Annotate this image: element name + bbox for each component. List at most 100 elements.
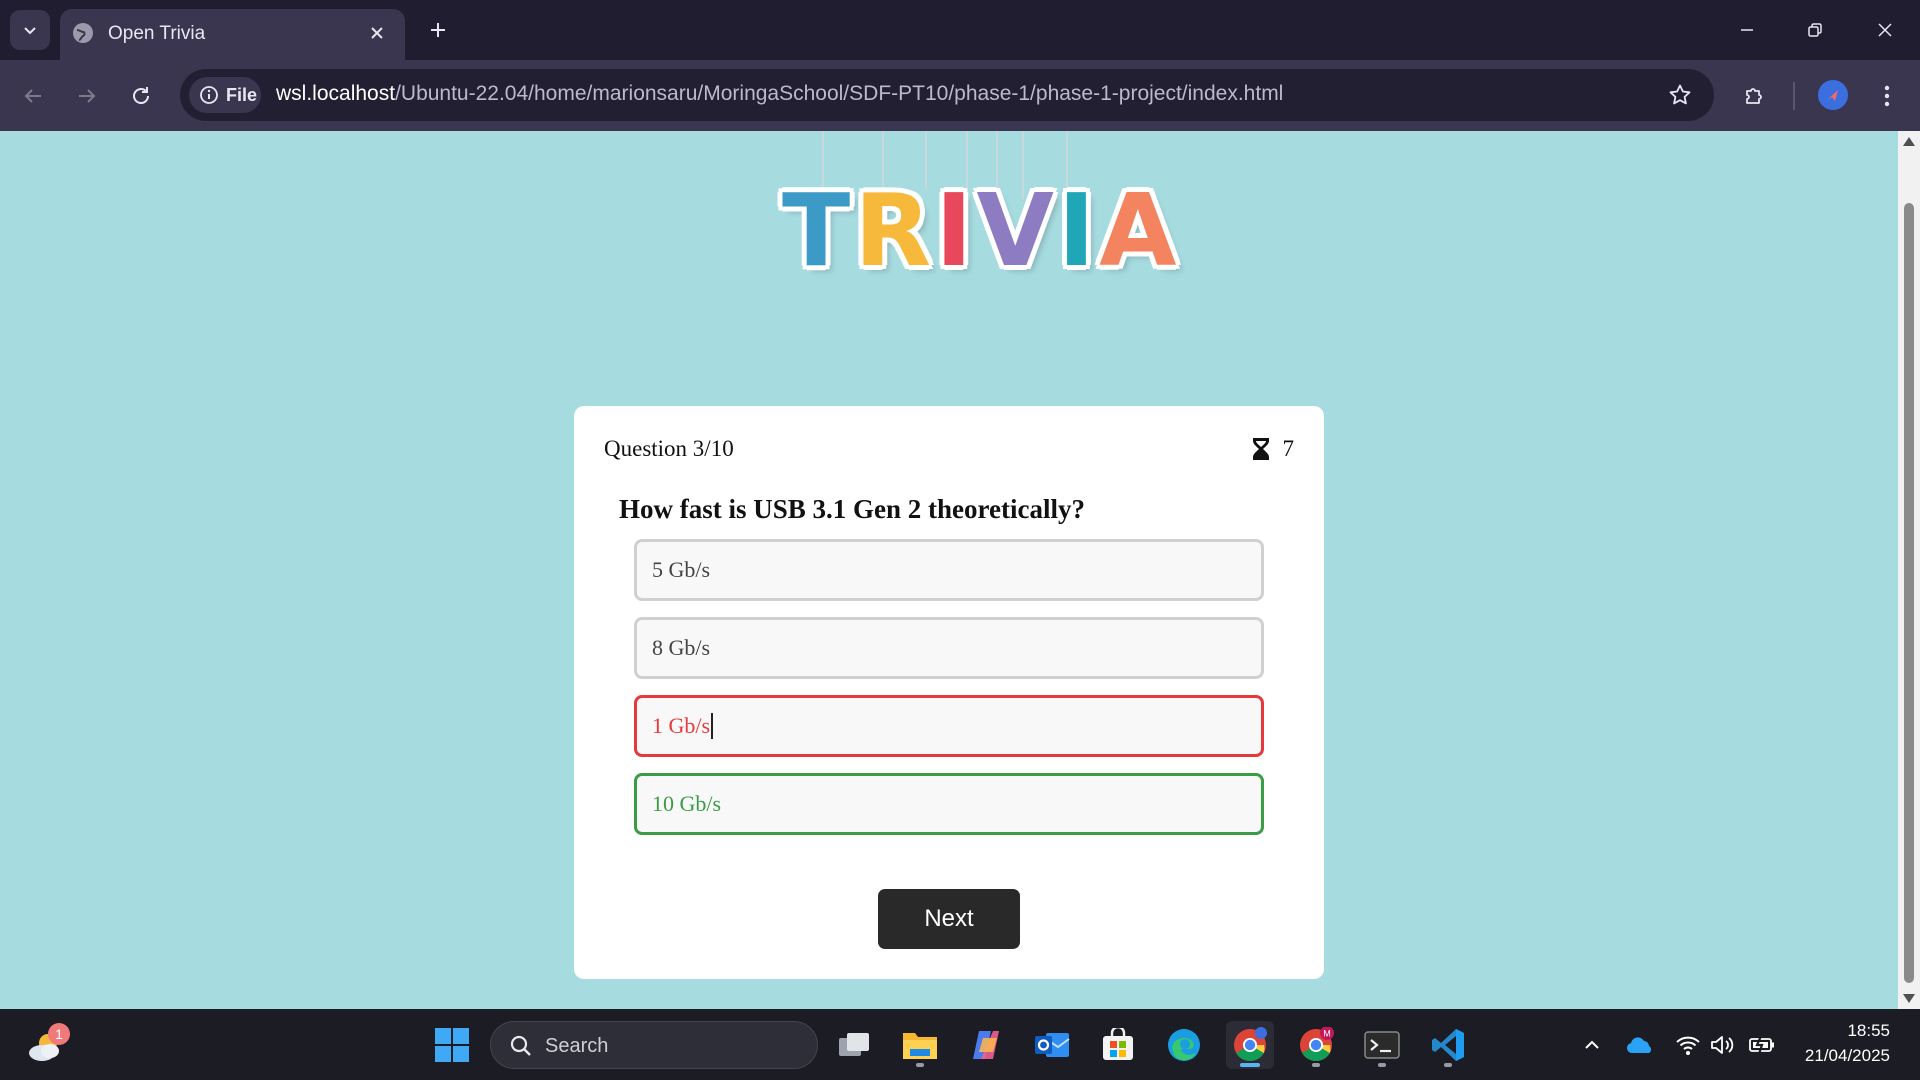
copilot-button[interactable] (962, 1021, 1010, 1069)
search-placeholder: Search (545, 1035, 609, 1057)
answer-option-correct[interactable]: 10 Gb/s (634, 773, 1264, 835)
next-button[interactable]: Next (878, 889, 1020, 949)
running-indicator (1444, 1063, 1452, 1067)
close-icon (371, 27, 383, 39)
logo-letter: I (935, 172, 973, 289)
forward-button[interactable] (68, 77, 106, 115)
page-scrollbar[interactable] (1898, 131, 1920, 1009)
terminal-icon (1364, 1031, 1400, 1059)
answer-option-label: 1 Gb/s (652, 713, 711, 738)
chevron-up-icon (1585, 1040, 1599, 1049)
microsoft-store-button[interactable] (1094, 1021, 1142, 1069)
logo-letter: A (1099, 172, 1177, 289)
url-path: /Ubuntu-22.04/home/marionsaru/MoringaSch… (395, 82, 1284, 105)
windows-taskbar: 1 Search M 18:55 21/04/2025 (0, 1009, 1920, 1080)
taskbar-search[interactable]: Search (490, 1021, 818, 1069)
chrome-icon (1234, 1027, 1267, 1061)
terminal-button[interactable] (1358, 1021, 1406, 1069)
chrome-profile-button[interactable]: M (1292, 1021, 1340, 1069)
address-bar[interactable]: File wsl.localhost/Ubuntu-22.04/home/mar… (180, 69, 1714, 121)
text-caret (711, 713, 714, 739)
chrome-button[interactable] (1226, 1021, 1274, 1069)
site-info-chip[interactable]: File (189, 77, 261, 113)
volume-button[interactable] (1708, 1031, 1736, 1059)
question-text: How fast is USB 3.1 Gen 2 theoretically? (619, 494, 1085, 524)
start-button[interactable] (428, 1021, 476, 1069)
network-button[interactable] (1674, 1031, 1702, 1059)
answer-option[interactable]: 5 Gb/s (634, 539, 1264, 601)
clock-time[interactable]: 18:55 (1847, 1021, 1890, 1041)
trivia-logo: TRIVIA (770, 131, 1176, 291)
star-icon (1669, 84, 1691, 105)
outlook-icon (1035, 1033, 1070, 1057)
answer-option[interactable]: 8 Gb/s (634, 617, 1264, 679)
info-icon (200, 86, 218, 104)
hourglass-icon (1252, 438, 1269, 460)
vscode-icon (1432, 1029, 1464, 1061)
tab-title: Open Trivia (108, 23, 206, 44)
new-tab-button[interactable] (422, 14, 454, 46)
onedrive-button[interactable] (1626, 1031, 1654, 1059)
bookmark-button[interactable] (1664, 79, 1696, 111)
file-explorer-button[interactable] (896, 1021, 944, 1069)
edge-button[interactable] (1160, 1021, 1208, 1069)
logo-letter: R (854, 172, 932, 289)
scrollbar-thumb[interactable] (1904, 203, 1914, 983)
tab-search-button[interactable] (10, 10, 50, 50)
answer-option-label: 5 Gb/s (652, 557, 711, 582)
more-vertical-icon (1884, 85, 1890, 107)
onedrive-cloud-icon (1626, 1037, 1652, 1053)
restore-window-button[interactable] (1782, 0, 1848, 60)
notification-badge: 1 (48, 1023, 70, 1045)
task-view-button[interactable] (830, 1021, 878, 1069)
search-icon (510, 1035, 531, 1056)
clock-date[interactable]: 21/04/2025 (1805, 1046, 1890, 1066)
weather-widget[interactable]: 1 (24, 1023, 72, 1067)
question-counter: Question 3/10 (604, 436, 734, 461)
task-view-icon (839, 1033, 869, 1056)
scroll-down-arrow-icon[interactable] (1903, 994, 1915, 1003)
file-explorer-icon (903, 1033, 937, 1059)
globe-icon (73, 23, 93, 43)
reload-button[interactable] (122, 77, 160, 115)
scroll-up-arrow-icon[interactable] (1903, 137, 1915, 146)
copilot-icon (973, 1031, 999, 1059)
toolbar-divider (1793, 82, 1795, 110)
battery-charging-icon (1749, 1035, 1774, 1055)
browser-tab-bar: Open Trivia (0, 0, 1920, 60)
answer-option-wrong[interactable]: 1 Gb/s (634, 695, 1264, 757)
close-tab-button[interactable] (365, 21, 389, 45)
speaker-icon (1711, 1036, 1734, 1054)
battery-button[interactable] (1748, 1031, 1776, 1059)
timer-value: 7 (1282, 436, 1295, 461)
windows-logo-icon (435, 1028, 469, 1062)
logo-letter: I (1057, 172, 1096, 289)
wifi-icon (1676, 1036, 1700, 1055)
browser-menu-button[interactable] (1868, 77, 1906, 115)
logo-letter: T (782, 172, 851, 289)
logo-letter: V (976, 172, 1054, 289)
close-icon (1878, 23, 1892, 37)
countdown-timer: 7 (1251, 436, 1295, 462)
browser-tab-active[interactable]: Open Trivia (60, 9, 405, 60)
close-window-button[interactable] (1852, 0, 1918, 60)
running-indicator (1378, 1063, 1386, 1067)
profile-avatar-button[interactable] (1818, 80, 1848, 110)
extensions-button[interactable] (1736, 77, 1774, 115)
page-viewport: TRIVIA Question 3/10 7 How fast is USB 3… (0, 131, 1898, 1009)
show-hidden-icons-button[interactable] (1578, 1031, 1606, 1059)
url-text[interactable]: wsl.localhost/Ubuntu-22.04/home/marionsa… (276, 82, 1283, 106)
logo-letters: TRIVIA (782, 181, 1176, 281)
quiz-card: Question 3/10 7 How fast is USB 3.1 Gen … (574, 406, 1324, 979)
store-icon (1103, 1028, 1133, 1060)
site-chip-label: File (226, 84, 258, 105)
back-button[interactable] (14, 77, 52, 115)
running-indicator-active (1240, 1063, 1260, 1067)
arrow-right-icon (79, 89, 96, 103)
puzzle-icon (1746, 88, 1762, 104)
outlook-button[interactable] (1028, 1021, 1076, 1069)
vscode-button[interactable] (1424, 1021, 1472, 1069)
edge-icon (1168, 1029, 1200, 1061)
minimize-window-button[interactable] (1714, 0, 1780, 60)
svg-text:M: M (1323, 1029, 1331, 1039)
